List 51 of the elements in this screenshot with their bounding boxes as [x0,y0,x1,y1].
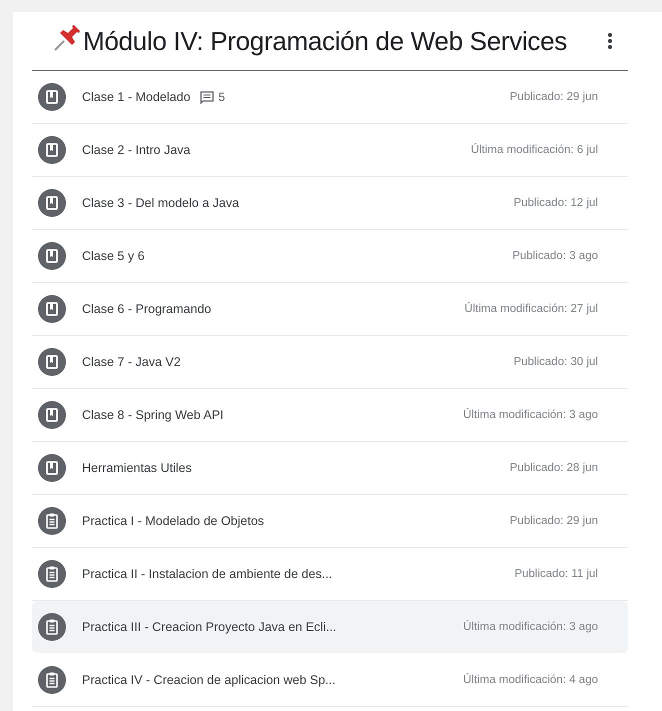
item-title: Clase 2 - Intro Java [82,143,190,157]
item-date: Publicado: 30 jul [514,356,598,368]
item-title: Clase 7 - Java V2 [82,355,181,369]
item-date: Última modificación: 4 ago [463,674,598,686]
book-icon [38,401,66,429]
clipboard-icon [38,507,66,535]
more-icon [608,33,612,49]
item-date: Última modificación: 3 ago [463,621,598,633]
item-date: Publicado: 3 ago [512,250,598,262]
item-title: Practica II - Instalacion de ambiente de des... [82,567,332,581]
list-item[interactable]: Practica III - Creacion Proyecto Java en Ecli... Última modificación: 3 ago [32,601,628,654]
list-item[interactable]: Clase 5 y 6 Publicado: 3 ago [32,230,628,283]
item-date: Publicado: 12 jul [514,197,598,209]
list-item[interactable]: Clase 2 - Intro Java Última modificación: 6 jul [32,124,628,177]
item-title: Practica IV - Creacion de aplicacion web Sp... [82,673,336,687]
item-title: Practica III - Creacion Proyecto Java en Ecli... [82,620,336,634]
list-item[interactable]: Clase 8 - Spring Web API Última modificación: 3 ago [32,389,628,442]
list-item[interactable]: Clase 6 - Programando Última modificación: 27 jul [32,283,628,336]
book-icon [38,454,66,482]
item-date: Última modificación: 27 jul [464,303,598,315]
item-date: Publicado: 11 jul [514,568,598,580]
book-icon [38,136,66,164]
item-date: Publicado: 29 jun [510,91,598,103]
item-title: Clase 6 - Programando [82,302,212,316]
topic-title: Módulo IV: Programación de Web Services [83,26,567,56]
item-date: Publicado: 29 jun [510,515,598,527]
item-title: Herramientas Utiles [82,461,192,475]
list-item[interactable]: Clase 7 - Java V2 Publicado: 30 jul [32,336,628,389]
list-item[interactable]: Practica IV - Creacion de aplicacion web Sp... Última modificación: 4 ago [32,654,628,707]
clipboard-icon [38,613,66,641]
item-date: Publicado: 28 jun [510,462,598,474]
book-icon [38,348,66,376]
book-icon [38,189,66,217]
clipboard-icon [38,560,66,588]
item-date: Última modificación: 3 ago [463,409,598,421]
book-icon [38,83,66,111]
item-title: Clase 8 - Spring Web API [82,408,224,422]
item-title: Clase 3 - Del modelo a Java [82,196,240,210]
clipboard-icon [38,666,66,694]
list-item[interactable]: Practica I - Modelado de Objetos Publicado: 29 jun [32,495,628,548]
book-icon [38,295,66,323]
comment-count: 5 [218,90,226,104]
list-item[interactable]: Clase 3 - Del modelo a Java Publicado: 12 jul [32,177,628,230]
list-item[interactable]: Herramientas Utiles Publicado: 28 jun [32,442,628,495]
item-title: Clase 1 - Modelado [82,90,190,104]
item-date: Última modificación: 6 jul [470,144,598,156]
book-icon [38,242,66,270]
list-item[interactable]: Clase 1 - Modelado 5 Publicado: 29 jun [32,71,628,124]
comment-icon [200,90,214,104]
item-title: Practica I - Modelado de Objetos [82,514,264,528]
item-title: Clase 5 y 6 [82,249,145,263]
